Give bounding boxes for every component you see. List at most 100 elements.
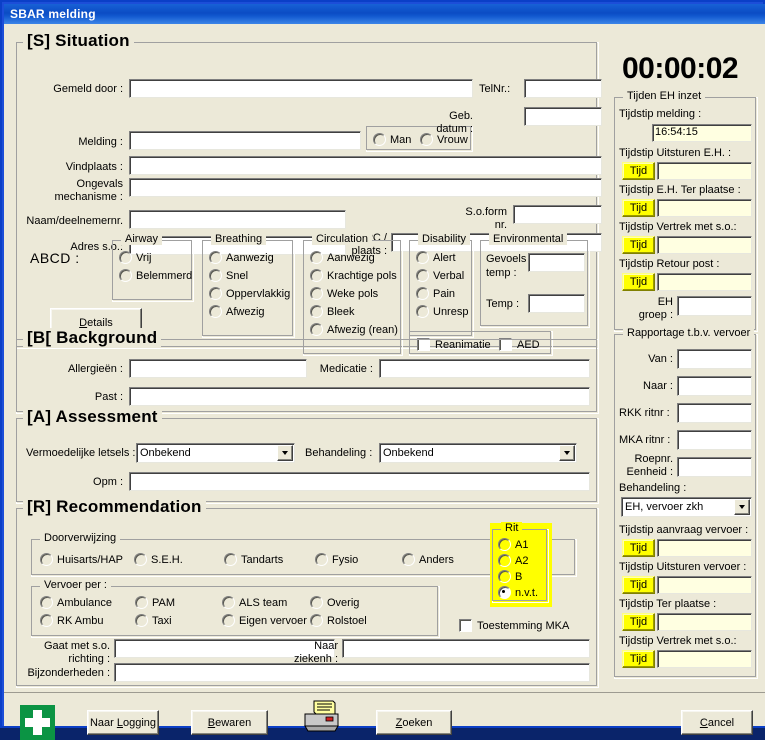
tijdstip-uitsturen-vervoer-value[interactable] (657, 576, 752, 594)
letsels-select[interactable]: Onbekend (136, 443, 295, 463)
van-input[interactable] (677, 349, 752, 369)
tijdstip-eh-ter-plaatse-value[interactable] (657, 199, 752, 217)
melding-input[interactable] (129, 131, 361, 150)
radio-dot-icon (310, 323, 323, 336)
tijdstip-uitsturen-eh-value[interactable] (657, 162, 752, 180)
assessment-behandeling-label: Behandeling : (305, 447, 373, 459)
doorverwijzing-option-seh-label: S.E.H. (151, 553, 183, 566)
toestemming-mka-checkbox[interactable]: Toestemming MKA (459, 619, 569, 632)
tijdstip-ter-plaatse-value[interactable] (657, 613, 752, 631)
tijdstip-vertrek-so-value[interactable] (657, 236, 752, 254)
tijdstip-melding-value[interactable]: 16:54:15 (652, 124, 752, 142)
airway-option-vrij[interactable]: Vrij (119, 251, 151, 264)
disability-option-verbal-label: Verbal (433, 269, 465, 282)
breathing-option-oppervlakkig[interactable]: Oppervlakkig (209, 287, 290, 300)
disability-option-unresp[interactable]: Unresp (416, 305, 468, 318)
circulation-option-weke-pols[interactable]: Weke pols (310, 287, 378, 300)
naar-ziekenh-input[interactable] (342, 639, 590, 658)
breathing-option-afwezig[interactable]: Afwezig (209, 305, 265, 318)
disability-legend: Disability (418, 233, 471, 245)
ongevals-mechanisme-label-line1: Ongevals (76, 178, 123, 190)
airway-option-belemmerd[interactable]: Belemmerd (119, 269, 192, 282)
chevron-down-icon[interactable] (559, 445, 575, 461)
roepnr-eenheid-input[interactable] (677, 457, 752, 477)
doorverwijzing-option-fysio[interactable]: Fysio (315, 553, 358, 566)
doorverwijzing-option-seh[interactable]: S.E.H. (134, 553, 183, 566)
vervoer-option-rk-ambu[interactable]: RK Ambu (40, 614, 103, 627)
vervoer-option-rolstoel[interactable]: Rolstoel (310, 614, 367, 627)
tijdstip-retour-post-button[interactable]: Tijd (622, 273, 655, 291)
gender-option-man[interactable]: Man (373, 133, 411, 146)
geb-datum-input[interactable] (524, 107, 602, 126)
circulation-option-bleek[interactable]: Bleek (310, 305, 355, 318)
vervoer-option-ambulance[interactable]: Ambulance (40, 596, 112, 609)
bewaren-button[interactable]: Bewaren (191, 710, 268, 735)
bijzonderheden-input[interactable] (114, 663, 590, 682)
circulation-option-krachtige-pols[interactable]: Krachtige pols (310, 269, 397, 282)
details-button-label: Details (79, 316, 113, 329)
breathing-legend: Breathing (211, 233, 267, 245)
vervoer-option-pam[interactable]: PAM (135, 596, 175, 609)
naam-deelnemernr-input[interactable] (129, 210, 346, 229)
tijdstip-aanvraag-vervoer-button[interactable]: Tijd (622, 539, 655, 557)
temp-input[interactable] (528, 294, 585, 313)
tijdstip-vertrek-so-button[interactable]: Tijd (622, 236, 655, 254)
vindplaats-input[interactable] (129, 156, 602, 175)
vervoer-option-taxi[interactable]: Taxi (135, 614, 172, 627)
naar-ziekenh-label-line1: Naar (314, 640, 338, 652)
allergieen-input[interactable] (129, 359, 307, 378)
soform-nr-input[interactable] (513, 205, 602, 224)
rit-option-nvt[interactable]: n.v.t. (498, 586, 538, 599)
breathing-option-aanwezig[interactable]: Aanwezig (209, 251, 274, 264)
naar-input[interactable] (677, 376, 752, 396)
tijdstip-vertrek-met-so-button[interactable]: Tijd (622, 650, 655, 668)
cancel-button[interactable]: Cancel (681, 710, 753, 735)
window-title: SBAR melding (10, 7, 96, 21)
mka-ritnr-input[interactable] (677, 430, 752, 450)
medicatie-input[interactable] (379, 359, 590, 378)
disability-option-alert[interactable]: Alert (416, 251, 456, 264)
doorverwijzing-option-tandarts[interactable]: Tandarts (224, 553, 283, 566)
rit-option-a1[interactable]: A1 (498, 538, 528, 551)
past-input[interactable] (129, 387, 590, 406)
chevron-down-icon[interactable] (277, 445, 293, 461)
assessment-behandeling-select[interactable]: Onbekend (379, 443, 577, 463)
eh-groep-input[interactable] (677, 296, 752, 316)
rkk-ritnr-input[interactable] (677, 403, 752, 423)
circulation-option-aanwezig[interactable]: Aanwezig (310, 251, 375, 264)
rit-option-a2[interactable]: A2 (498, 554, 528, 567)
chevron-down-icon[interactable] (734, 499, 750, 515)
disability-option-verbal[interactable]: Verbal (416, 269, 464, 282)
vervoer-option-eigen-vervoer[interactable]: Eigen vervoer (222, 614, 307, 627)
tijdstip-uitsturen-vervoer-button[interactable]: Tijd (622, 576, 655, 594)
tijdstip-retour-post-value[interactable] (657, 273, 752, 291)
vervoer-option-pam-label: PAM (152, 596, 176, 609)
opm-input[interactable] (129, 472, 590, 491)
printer-icon[interactable] (302, 700, 344, 734)
circulation-option-afwezig-rean[interactable]: Afwezig (rean) (310, 323, 398, 336)
zoeken-button[interactable]: Zoeken (376, 710, 452, 735)
rapportage-behandeling-select[interactable]: EH, vervoer zkh (621, 497, 752, 517)
allergieen-label: Allergieën : (67, 363, 123, 375)
radio-dot-icon (209, 287, 222, 300)
tijdstip-uitsturen-eh-button[interactable]: Tijd (622, 162, 655, 180)
tijdstip-ter-plaatse-button[interactable]: Tijd (622, 613, 655, 631)
tijdstip-vertrek-met-so-value[interactable] (657, 650, 752, 668)
gemeld-door-input[interactable] (129, 79, 473, 98)
rit-option-b[interactable]: B (498, 570, 522, 583)
vervoer-option-als-team[interactable]: ALS team (222, 596, 287, 609)
ongevals-mechanisme-input[interactable] (129, 178, 602, 197)
first-aid-cross-icon[interactable] (20, 705, 55, 740)
doorverwijzing-option-anders[interactable]: Anders (402, 553, 454, 566)
tijdstip-aanvraag-vervoer-value[interactable] (657, 539, 752, 557)
tijdstip-eh-ter-plaatse-button[interactable]: Tijd (622, 199, 655, 217)
vervoer-option-overig[interactable]: Overig (310, 596, 359, 609)
doorverwijzing-option-huisarts-hap[interactable]: Huisarts/HAP (40, 553, 123, 566)
telnr-input[interactable] (524, 79, 602, 98)
disability-option-pain[interactable]: Pain (416, 287, 455, 300)
naar-logging-button[interactable]: Naar Logging (87, 710, 159, 735)
gevoels-temp-input[interactable] (528, 253, 585, 272)
rapportage-vervoer-group: Rapportage t.b.v. vervoer Van : Naar : R… (614, 327, 758, 679)
background-group: [B[ Background Allergieën : Medicatie : … (16, 328, 599, 414)
breathing-option-snel[interactable]: Snel (209, 269, 248, 282)
